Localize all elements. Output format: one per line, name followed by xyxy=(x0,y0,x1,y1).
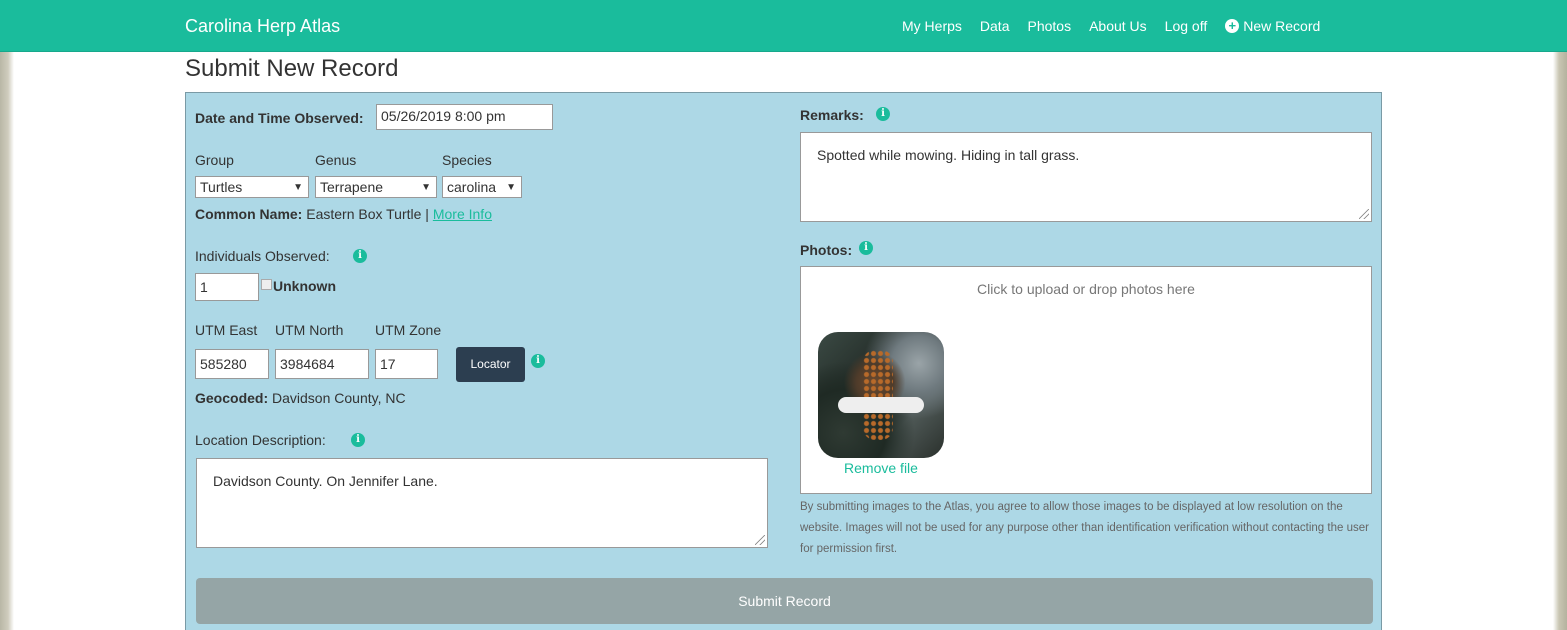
genus-select-value: Terrapene xyxy=(320,179,384,195)
dropdown-arrow-icon: ▼ xyxy=(506,182,516,193)
photo-disclaimer: By submitting images to the Atlas, you a… xyxy=(800,501,1369,555)
photos-label: Photos: xyxy=(800,242,853,258)
utm-north-input[interactable]: 3984684 xyxy=(275,349,369,379)
submit-record-button[interactable]: Submit Record xyxy=(196,578,1373,624)
nav-menu: My Herps Data Photos About Us Log off + … xyxy=(902,18,1320,34)
nav-item-about-us[interactable]: About Us xyxy=(1089,18,1147,34)
photo-dropzone[interactable]: Click to upload or drop photos here Remo… xyxy=(800,266,1372,494)
unknown-checkbox[interactable] xyxy=(261,279,272,290)
remarks-value: Spotted while mowing. Hiding in tall gra… xyxy=(817,147,1080,163)
nav-item-data[interactable]: Data xyxy=(980,18,1010,34)
nav-item-photos[interactable]: Photos xyxy=(1027,18,1071,34)
plus-circle-icon: + xyxy=(1225,19,1240,33)
geocoded-value: Davidson County, NC xyxy=(272,390,406,406)
dropdown-arrow-icon: ▼ xyxy=(421,182,431,193)
common-name-row: Common Name: Eastern Box Turtle | More I… xyxy=(195,206,492,222)
group-label: Group xyxy=(195,152,234,168)
individuals-input[interactable]: 1 xyxy=(195,273,259,301)
navbar: Carolina Herp Atlas My Herps Data Photos… xyxy=(0,0,1567,52)
page-title: Submit New Record xyxy=(185,55,399,82)
dropzone-message: Click to upload or drop photos here xyxy=(977,281,1195,297)
nav-item-new-record[interactable]: + New Record xyxy=(1225,18,1320,34)
resize-grip-icon[interactable] xyxy=(755,535,765,545)
group-select-value: Turtles xyxy=(200,179,243,195)
utm-zone-input[interactable]: 17 xyxy=(375,349,438,379)
thumbnail-detail xyxy=(863,350,893,440)
geocoded-row: Geocoded: Davidson County, NC xyxy=(195,390,406,406)
utm-zone-label: UTM Zone xyxy=(375,322,442,338)
species-label: Species xyxy=(442,152,492,168)
record-form: Date and Time Observed: 05/26/2019 8:00 … xyxy=(185,92,1382,630)
info-icon[interactable]: i xyxy=(531,354,545,368)
date-label: Date and Time Observed: xyxy=(195,110,364,126)
nav-item-log-off[interactable]: Log off xyxy=(1165,18,1208,34)
upload-progress-bar xyxy=(838,397,924,413)
location-description-value: Davidson County. On Jennifer Lane. xyxy=(213,473,438,489)
info-icon[interactable]: i xyxy=(351,433,365,447)
group-select[interactable]: Turtles ▼ xyxy=(195,176,309,198)
common-name-value: Eastern Box Turtle | xyxy=(306,206,429,222)
location-description-textarea[interactable]: Davidson County. On Jennifer Lane. xyxy=(196,458,768,548)
location-label: Location Description: xyxy=(195,432,326,448)
info-icon[interactable]: i xyxy=(859,241,873,255)
more-info-link[interactable]: More Info xyxy=(433,206,492,222)
utm-north-label: UTM North xyxy=(275,322,344,338)
common-name-label: Common Name: xyxy=(195,206,303,222)
genus-label: Genus xyxy=(315,152,357,168)
nav-item-my-herps[interactable]: My Herps xyxy=(902,18,962,34)
date-time-input[interactable]: 05/26/2019 8:00 pm xyxy=(376,104,553,130)
geocoded-label: Geocoded: xyxy=(195,390,269,406)
unknown-label: Unknown xyxy=(273,278,336,294)
species-select-value: carolina xyxy=(447,179,497,195)
resize-grip-icon[interactable] xyxy=(1359,209,1369,219)
genus-select[interactable]: Terrapene ▼ xyxy=(315,176,437,198)
photo-thumbnail[interactable] xyxy=(818,332,944,458)
info-icon[interactable]: i xyxy=(876,107,890,121)
remarks-textarea[interactable]: Spotted while mowing. Hiding in tall gra… xyxy=(800,132,1372,222)
locator-button[interactable]: Locator xyxy=(456,347,525,382)
dropdown-arrow-icon: ▼ xyxy=(293,182,303,193)
info-icon[interactable]: i xyxy=(353,249,367,263)
individuals-label: Individuals Observed: xyxy=(195,248,330,264)
utm-east-label: UTM East xyxy=(195,322,258,338)
brand[interactable]: Carolina Herp Atlas xyxy=(185,16,340,37)
new-record-label: New Record xyxy=(1243,18,1321,34)
remarks-label: Remarks: xyxy=(800,107,864,123)
utm-east-input[interactable]: 585280 xyxy=(195,349,269,379)
species-select[interactable]: carolina ▼ xyxy=(442,176,522,198)
remove-file-link[interactable]: Remove file xyxy=(801,460,961,476)
